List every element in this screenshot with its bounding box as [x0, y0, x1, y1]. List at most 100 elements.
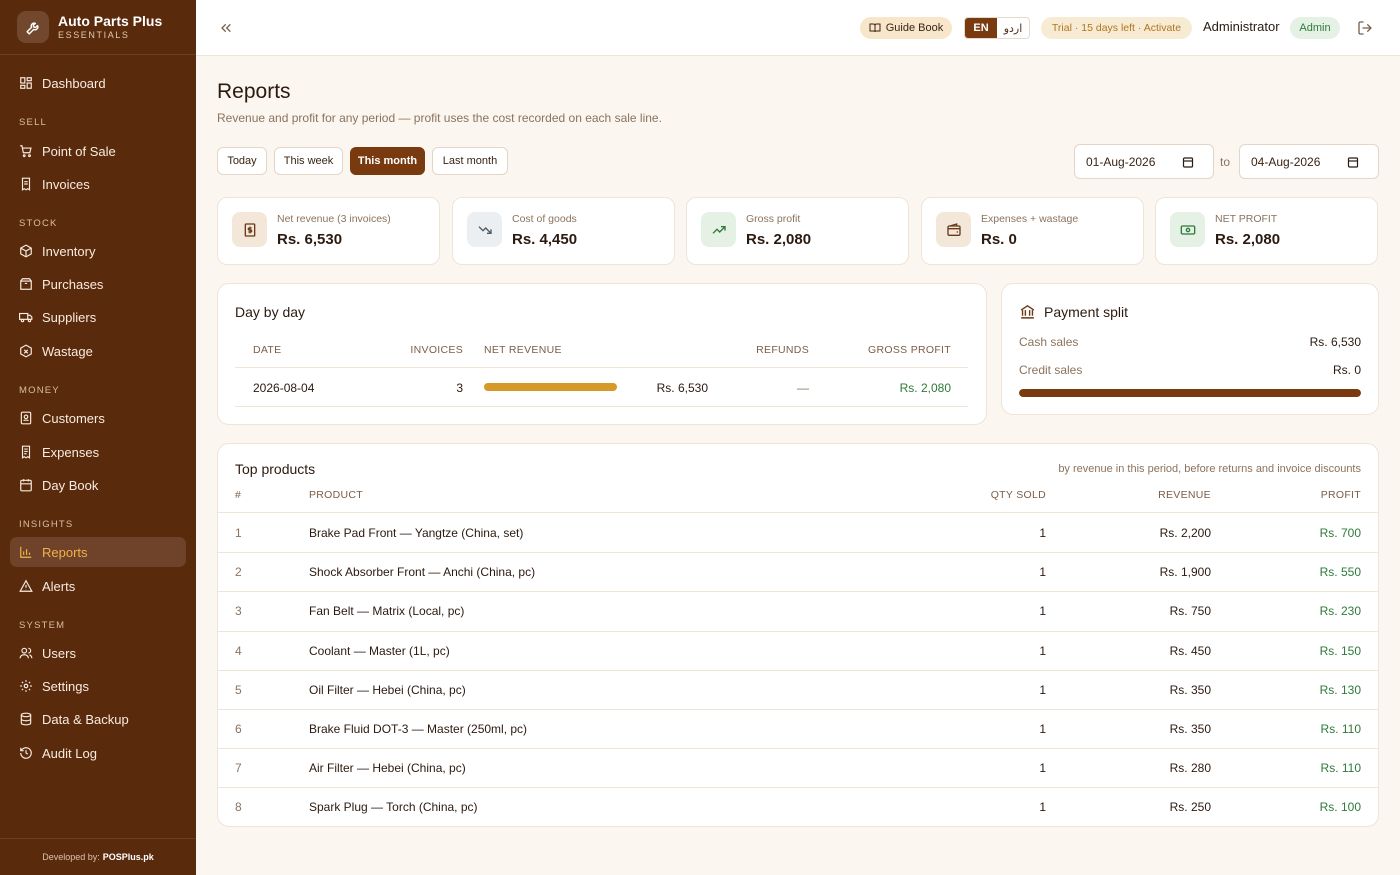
sidebar-item-purchases[interactable]: Purchases: [10, 269, 186, 299]
history-icon: [20, 747, 32, 759]
sidebar-item-alerts[interactable]: Alerts: [10, 571, 186, 601]
divider: [218, 709, 1378, 710]
sidebar-item-suppliers[interactable]: Suppliers: [10, 302, 186, 332]
calendar-icon: [1182, 157, 1194, 168]
divider: [218, 591, 1378, 592]
product-revenue: Rs. 750: [1169, 604, 1211, 618]
receipt-icon: [232, 212, 267, 247]
box-icon: [20, 278, 32, 290]
product-revenue: Rs. 2,200: [1159, 526, 1211, 540]
book-icon: [869, 23, 881, 33]
package-icon: [20, 244, 32, 258]
credit-sales-value: Rs. 0: [1332, 363, 1361, 377]
gear-icon: [20, 680, 32, 692]
sidebar-item-label: Purchases: [42, 276, 104, 292]
sidebar-item-inventory[interactable]: Inventory: [10, 236, 186, 266]
divider: [235, 406, 968, 407]
day-row-invoices: 3: [456, 381, 463, 395]
credit-sales-label: Credit sales: [1019, 363, 1083, 377]
contact-book-icon: [20, 411, 32, 425]
nav-section-money: MONEY: [19, 385, 60, 396]
sidebar-item-backup[interactable]: Data & Backup: [10, 704, 186, 734]
chevrons-left-icon: [221, 23, 231, 32]
col-product: PRODUCT: [309, 489, 364, 501]
sidebar-item-users[interactable]: Users: [10, 638, 186, 668]
page-title: Reports: [217, 80, 291, 103]
product-qty: 1: [1039, 565, 1046, 579]
col-qty-sold: QTY SOLD: [990, 489, 1046, 501]
trial-badge[interactable]: Trial · 15 days left · Activate: [1041, 17, 1192, 39]
divider: [218, 631, 1378, 632]
sidebar-item-pos[interactable]: Point of Sale: [10, 136, 186, 166]
sidebar-item-reports[interactable]: Reports: [10, 537, 186, 567]
sidebar-item-label: Day Book: [42, 477, 99, 493]
cash-sales-value: Rs. 6,530: [1309, 335, 1361, 349]
stat-label: Gross profit: [746, 213, 801, 225]
stat-label: NET PROFIT: [1215, 213, 1278, 225]
product-rank: 5: [235, 683, 242, 697]
sidebar-item-invoices[interactable]: Invoices: [10, 169, 186, 199]
stat-net-revenue: Net revenue (3 invoices) Rs. 6,530: [217, 197, 440, 265]
stat-value: Rs. 4,450: [512, 231, 578, 248]
stat-net-profit: NET PROFIT Rs. 2,080: [1155, 197, 1378, 265]
product-profit: Rs. 100: [1319, 800, 1361, 814]
bar-chart-icon: [20, 546, 32, 558]
topbar: Guide Book EN اردو Trial · 15 days left …: [196, 0, 1400, 56]
sidebar-item-label: Wastage: [42, 343, 93, 359]
sidebar-item-audit[interactable]: Audit Log: [10, 738, 186, 768]
product-rank: 7: [235, 761, 242, 775]
col-gross-profit: GROSS PROFIT: [868, 344, 951, 356]
guide-book-button[interactable]: Guide Book: [860, 17, 952, 39]
sidebar-item-daybook[interactable]: Day Book: [10, 470, 186, 500]
product-qty: 1: [1039, 800, 1046, 814]
product-rank: 8: [235, 800, 242, 814]
range-today-button[interactable]: Today: [217, 147, 267, 175]
bank-icon: [1020, 304, 1035, 319]
sidebar-item-wastage[interactable]: Wastage: [10, 336, 186, 366]
day-by-day-title: Day by day: [235, 304, 306, 320]
col-refunds: REFUNDS: [756, 344, 809, 356]
product-name: Coolant — Master (1L, pc): [309, 644, 450, 658]
sidebar-item-customers[interactable]: Customers: [10, 403, 186, 433]
lang-en-button[interactable]: EN: [965, 18, 997, 38]
day-row-date: 2026-08-04: [253, 381, 315, 395]
range-month-button[interactable]: This month: [350, 147, 425, 175]
sidebar-item-label: Dashboard: [42, 75, 106, 91]
nav-section-sell: SELL: [19, 117, 48, 128]
product-rank: 1: [235, 526, 242, 540]
stat-expenses-wastage: Expenses + wastage Rs. 0: [921, 197, 1144, 265]
wrench-icon: [17, 11, 49, 43]
logout-button[interactable]: [1357, 20, 1373, 36]
sidebar: Auto Parts Plus ESSENTIALS Dashboard SEL…: [0, 0, 196, 875]
truck-icon: [19, 312, 33, 323]
product-name: Air Filter — Hebei (China, pc): [309, 761, 466, 775]
col-invoices: INVOICES: [410, 344, 463, 356]
col-rank: #: [235, 489, 242, 501]
product-revenue: Rs. 350: [1169, 683, 1211, 697]
wallet-icon: [936, 212, 971, 247]
date-to-input[interactable]: 04-Aug-2026: [1239, 144, 1379, 179]
range-last-month-button[interactable]: Last month: [432, 147, 508, 175]
banknote-icon: [1170, 212, 1205, 247]
range-week-button[interactable]: This week: [274, 147, 343, 175]
divider: [218, 512, 1378, 513]
sidebar-item-settings[interactable]: Settings: [10, 671, 186, 701]
product-qty: 1: [1039, 604, 1046, 618]
sidebar-item-expenses[interactable]: Expenses: [10, 437, 186, 467]
lang-ur-button[interactable]: اردو: [997, 18, 1029, 38]
footer-company: POSPlus.pk: [102, 852, 154, 862]
date-from-input[interactable]: 01-Aug-2026: [1074, 144, 1214, 179]
sidebar-item-label: Suppliers: [42, 309, 97, 325]
revenue-bar-track: [484, 383, 617, 391]
calendar-icon: [20, 479, 32, 492]
product-profit: Rs. 110: [1320, 722, 1361, 736]
product-rank: 3: [235, 604, 242, 618]
sidebar-item-label: Users: [42, 645, 76, 661]
calendar-icon: [1347, 157, 1359, 168]
top-products-title: Top products: [235, 461, 316, 477]
divider: [235, 367, 968, 368]
collapse-sidebar-button[interactable]: [218, 20, 234, 36]
database-icon: [20, 712, 32, 726]
sidebar-item-dashboard[interactable]: Dashboard: [10, 68, 186, 98]
payment-split-fill: [1019, 389, 1361, 397]
